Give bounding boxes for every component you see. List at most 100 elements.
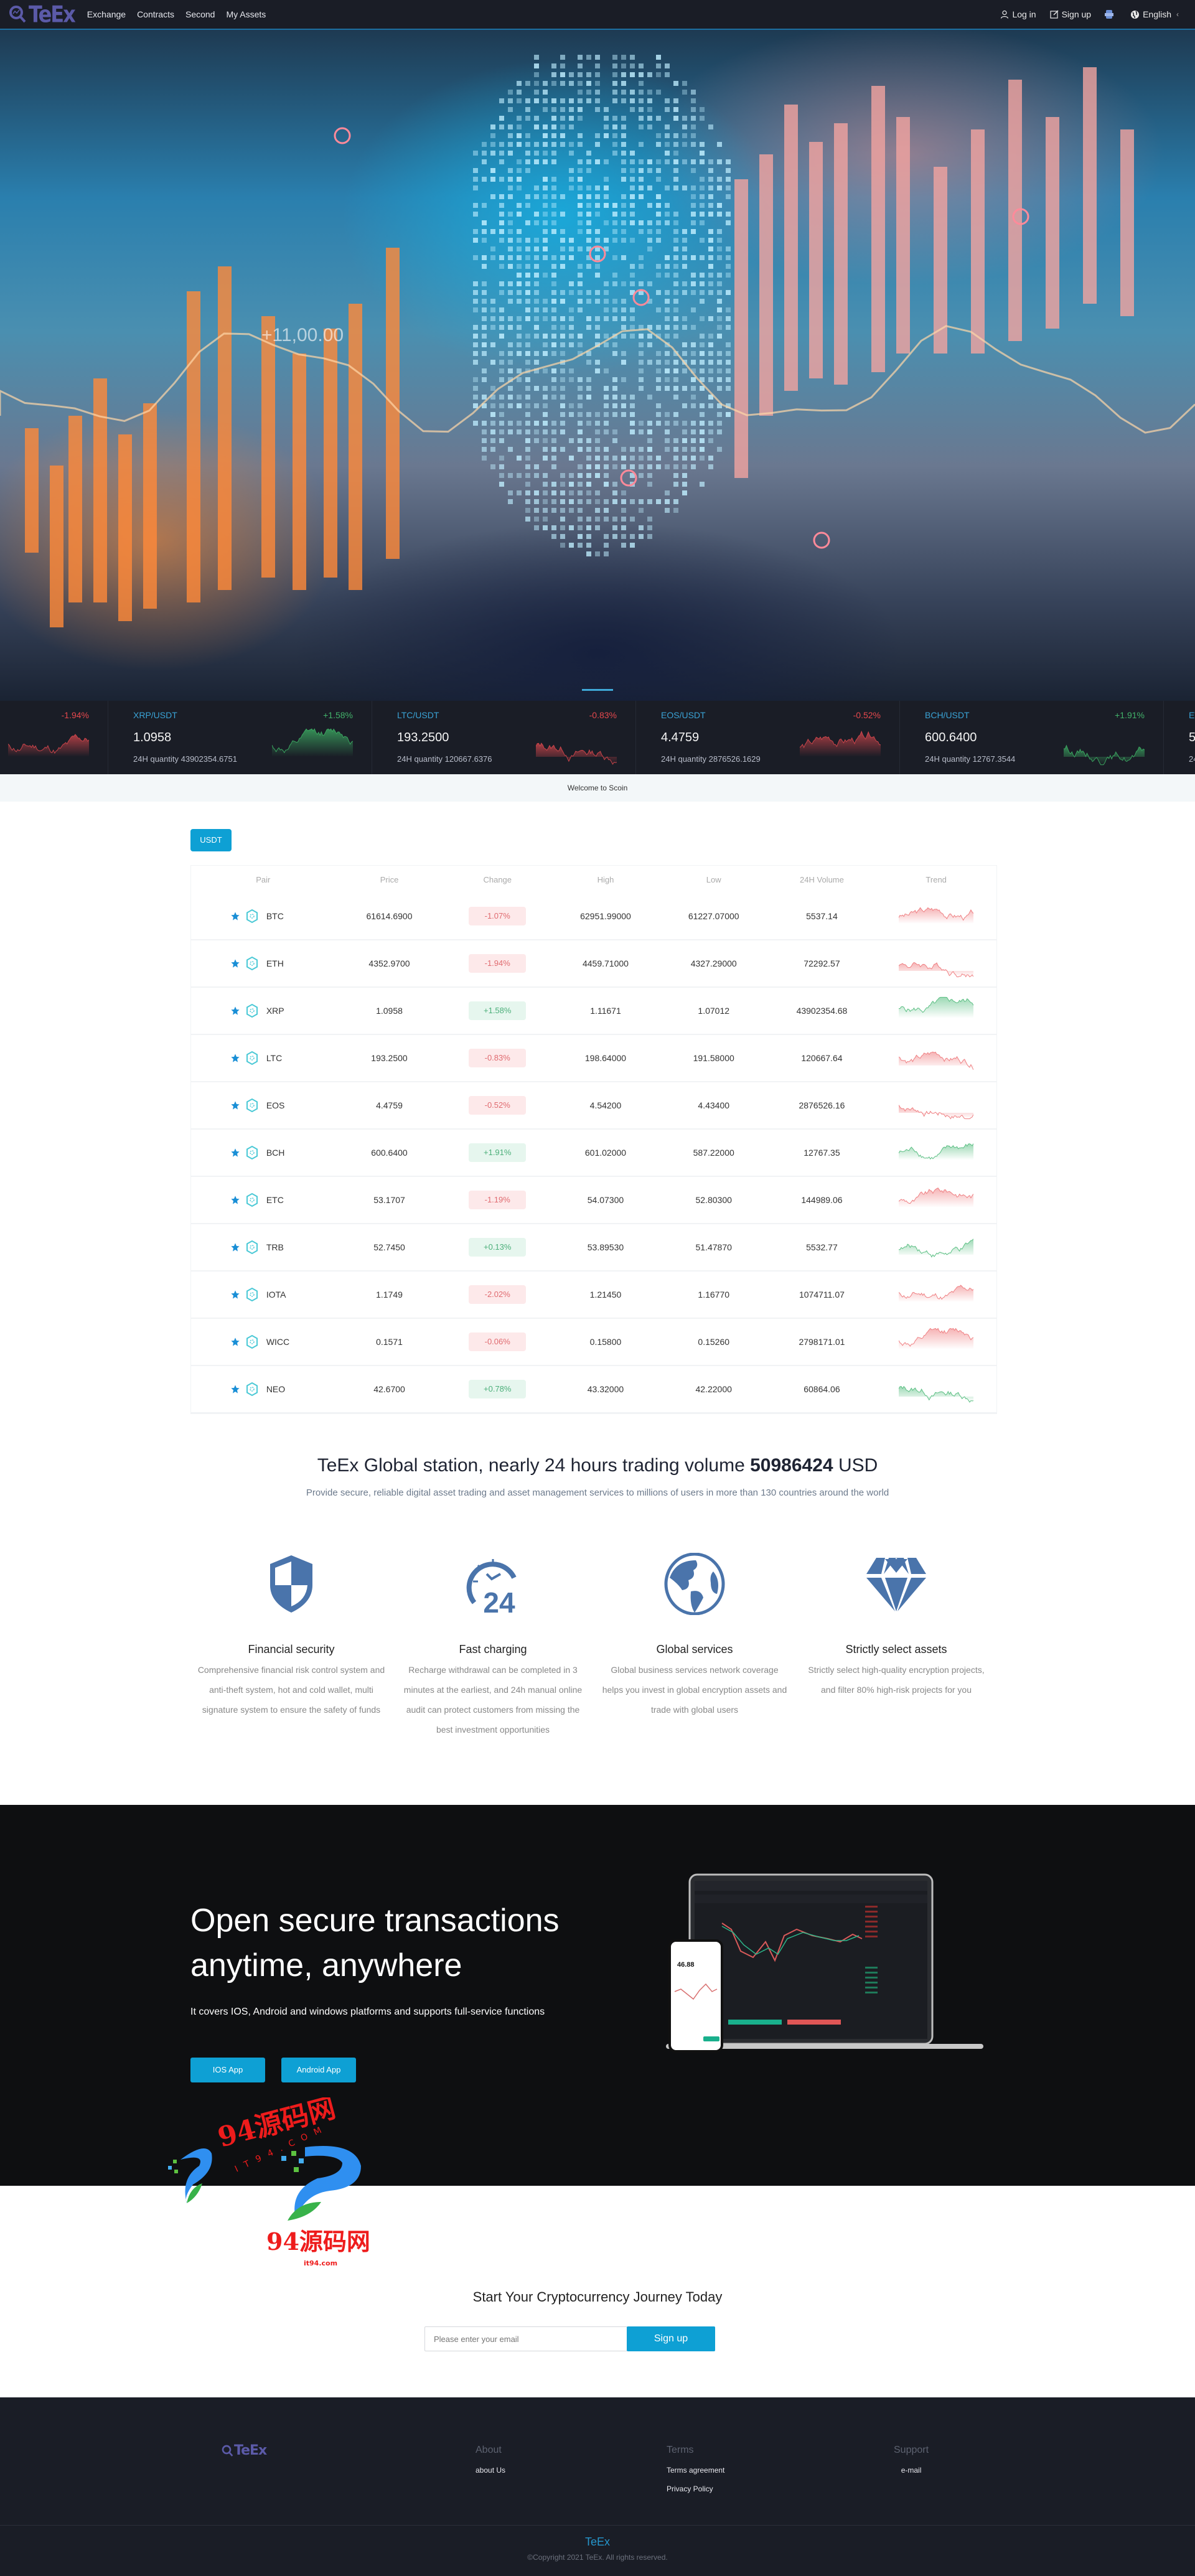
email-signup-button[interactable]: Sign up <box>627 2326 715 2351</box>
volume-cell: 12767.35 <box>804 1148 840 1158</box>
table-row[interactable]: LTC 193.2500 -0.83% 198.64000 191.58000 … <box>191 1035 996 1082</box>
volume-cell: 5537.14 <box>806 911 838 921</box>
footer-logo[interactable]: TeEx <box>222 2443 267 2458</box>
footer-link-terms[interactable]: Terms agreement <box>667 2466 724 2475</box>
carousel-indicator[interactable] <box>582 689 613 691</box>
trend-sparkline <box>899 1328 974 1349</box>
language-label: English <box>1143 9 1171 19</box>
android-app-button[interactable]: Android App <box>281 2058 356 2082</box>
tab-usdt[interactable]: USDT <box>190 829 232 851</box>
footer-link-email[interactable]: e-mail <box>894 2466 929 2475</box>
favorite-star-icon[interactable] <box>230 1100 240 1110</box>
footer-link-about-us[interactable]: about Us <box>476 2466 505 2475</box>
nav-my-assets[interactable]: My Assets <box>226 9 266 19</box>
coin-icon <box>246 1146 258 1159</box>
ticker-sparkline <box>800 730 881 757</box>
table-row[interactable]: TRB 52.7450 +0.13% 53.89530 51.47870 553… <box>191 1224 996 1272</box>
ticker-item[interactable]: EOS/USDT -0.52% 4.4759 24H quantity 2876526… <box>636 701 900 774</box>
table-row[interactable]: BTC 61614.6900 -1.07% 62951.99000 61227.… <box>191 893 996 940</box>
ticker-quantity: 24H quantity 144989.06 <box>1189 754 1195 764</box>
clock-24-icon: 24 <box>466 1559 517 1615</box>
favorite-star-icon[interactable] <box>230 1384 240 1394</box>
ticker-price: 193.2500 <box>397 731 449 744</box>
table-row[interactable]: EOS 4.4759 -0.52% 4.54200 4.43400 287652… <box>191 1082 996 1130</box>
favorite-star-icon[interactable] <box>230 1195 240 1205</box>
coin-icon <box>246 1098 258 1112</box>
signup-link[interactable]: Sign up <box>1049 9 1092 19</box>
language-selector[interactable]: English ‹ <box>1130 9 1179 19</box>
favorite-star-icon[interactable] <box>230 1006 240 1016</box>
change-cell: -0.83% <box>443 1049 551 1067</box>
footer-divider <box>0 2525 1195 2526</box>
col-change: Change <box>483 874 512 884</box>
change-badge: -1.19% <box>469 1191 527 1209</box>
price-cell: 1.0958 <box>376 1006 403 1016</box>
sparkline-area <box>899 1105 974 1119</box>
login-link[interactable]: Log in <box>1000 9 1036 19</box>
table-row[interactable]: ETH 4352.9700 -1.94% 4459.71000 4327.290… <box>191 940 996 988</box>
change-cell: -1.94% <box>443 954 551 973</box>
coin-icon <box>246 1288 258 1301</box>
ticker-quantity: 24H quantity 120667.6376 <box>397 754 492 764</box>
pair-symbol: NEO <box>266 1384 286 1394</box>
table-row[interactable]: XRP 1.0958 +1.58% 1.11671 1.07012 439023… <box>191 988 996 1035</box>
sparkline-area <box>899 1285 974 1302</box>
nav-second[interactable]: Second <box>185 9 215 19</box>
ticker-item[interactable]: XRP/USDT +1.58% 1.0958 24H quantity 4390235… <box>108 701 372 774</box>
favorite-star-icon[interactable] <box>230 1242 240 1252</box>
ticker-item[interactable]: LTC/USDT -0.83% 193.2500 24H quantity 12066… <box>372 701 636 774</box>
trend-sparkline <box>899 1239 974 1258</box>
table-row[interactable]: NEO 42.6700 +0.78% 43.32000 42.22000 608… <box>191 1366 996 1413</box>
edit-icon <box>1049 10 1059 19</box>
change-badge: -0.52% <box>469 1096 527 1115</box>
ticker-item[interactable]: ETC/USDT-1.19%53.170724H quantity 144989… <box>1164 701 1195 774</box>
col-price: Price <box>380 874 399 884</box>
email-input[interactable] <box>424 2326 627 2351</box>
low-cell: 42.22000 <box>695 1384 732 1394</box>
feature-fast-charging: 24 Fast charging Recharge withdrawal can… <box>392 1550 594 1740</box>
sparkline-area <box>899 907 974 924</box>
favorite-star-icon[interactable] <box>230 1053 240 1063</box>
favorite-star-icon[interactable] <box>230 1290 240 1300</box>
brand-logo[interactable]: TeEx <box>9 0 76 29</box>
footer: TeEx About about Us Terms Terms agreemen… <box>0 2397 1195 2576</box>
table-row[interactable]: IOTA 1.1749 -2.02% 1.21450 1.16770 10747… <box>191 1272 996 1319</box>
signup-label: Sign up <box>1061 9 1092 19</box>
favorite-star-icon[interactable] <box>230 911 240 921</box>
ticker-quantity: 24H quantity 12767.3544 <box>925 754 1016 764</box>
favorite-star-icon[interactable] <box>230 958 240 968</box>
welcome-notice: Welcome to Scoin <box>0 774 1195 802</box>
stats-subtitle: Provide secure, reliable digital asset t… <box>306 1487 889 1498</box>
table-row[interactable]: BCH 600.6400 +1.91% 601.02000 587.22000 … <box>191 1130 996 1177</box>
sparkline-area <box>899 1143 974 1160</box>
ticker-price: 600.6400 <box>925 731 977 744</box>
favorite-star-icon[interactable] <box>230 1148 240 1158</box>
app-download-button[interactable] <box>1105 9 1117 19</box>
ticker-change: -1.94% <box>61 710 89 720</box>
ios-app-button[interactable]: IOS App <box>190 2058 265 2082</box>
coin-icon <box>246 909 258 923</box>
pair-symbol: ETC <box>266 1195 284 1205</box>
nav-exchange[interactable]: Exchange <box>87 9 126 19</box>
watermark-text: 94源码网 <box>266 2227 370 2255</box>
change-badge: -0.83% <box>469 1049 527 1067</box>
favorite-star-icon[interactable] <box>230 1337 240 1347</box>
volume-cell: 60864.06 <box>804 1384 840 1394</box>
ticker-item[interactable]: BCH/USDT +1.91% 600.6400 24H quantity 12767… <box>900 701 1164 774</box>
table-row[interactable]: WICC 0.1571 -0.06% 0.15800 0.15260 27981… <box>191 1319 996 1366</box>
ticker-item[interactable]: ETH/USDT-1.94%4352.970024H quantity 7229… <box>0 701 108 774</box>
nav-contracts[interactable]: Contracts <box>137 9 174 19</box>
high-cell: 1.21450 <box>589 1290 622 1300</box>
high-cell: 4.54200 <box>589 1100 622 1110</box>
table-row[interactable]: ETC 53.1707 -1.19% 54.07300 52.80300 144… <box>191 1177 996 1224</box>
low-cell: 4.43400 <box>698 1100 730 1110</box>
footer-link-privacy[interactable]: Privacy Policy <box>667 2485 724 2493</box>
high-cell: 4459.71000 <box>582 958 629 968</box>
change-badge: -1.94% <box>469 954 527 973</box>
journey-heading: Start Your Cryptocurrency Journey Today <box>472 2289 723 2305</box>
low-cell: 587.22000 <box>693 1148 734 1158</box>
change-cell: -2.02% <box>443 1285 551 1304</box>
price-cell: 1.1749 <box>376 1290 403 1300</box>
account-nav: Log in Sign up English ‹ <box>986 9 1179 19</box>
stats-heading: TeEx Global station, nearly 24 hours tra… <box>0 1455 1195 1476</box>
